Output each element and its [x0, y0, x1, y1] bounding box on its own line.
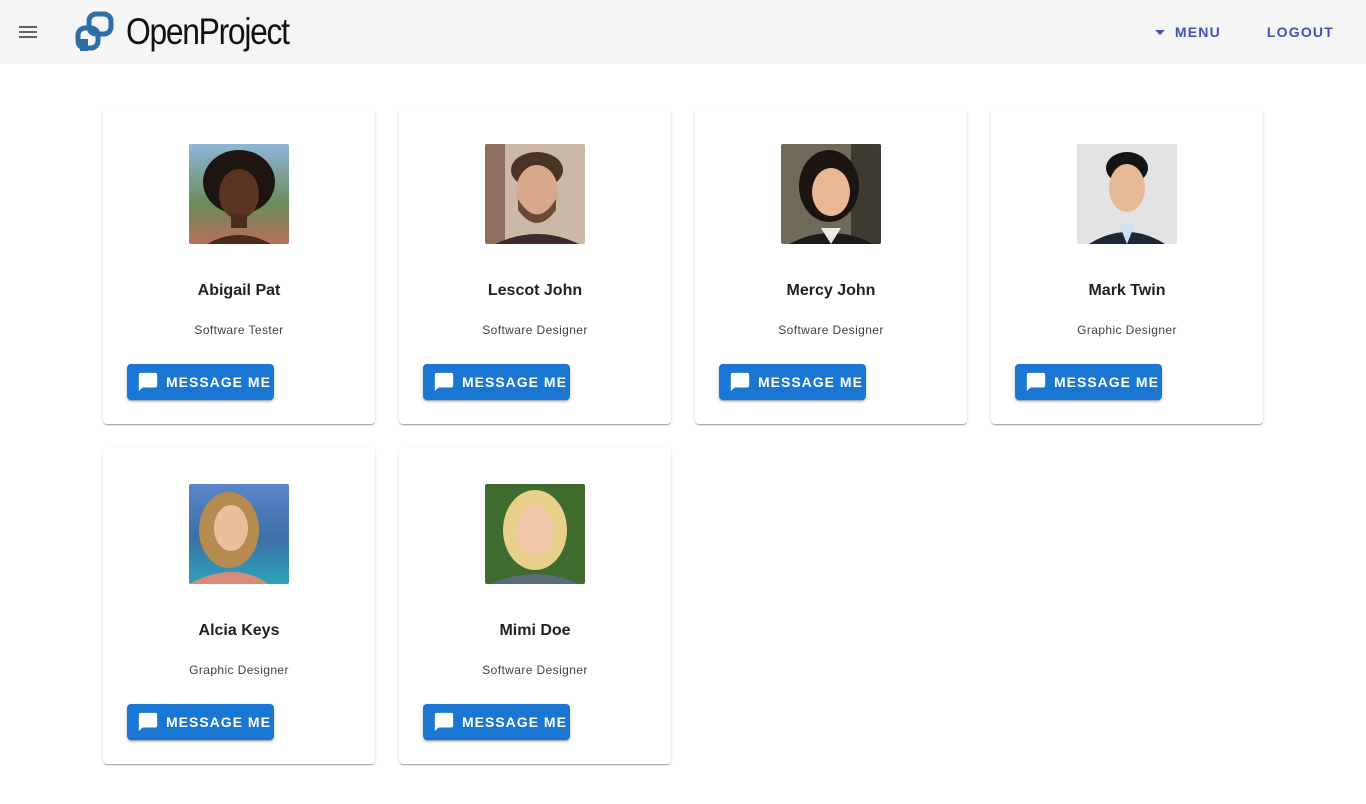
- caret-down-icon: [1154, 29, 1165, 35]
- message-me-button[interactable]: MESSAGE ME: [127, 704, 274, 740]
- message-me-button[interactable]: MESSAGE ME: [423, 704, 570, 740]
- message-me-button[interactable]: MESSAGE ME: [423, 364, 570, 400]
- message-me-label: MESSAGE ME: [166, 714, 271, 730]
- brand-name: OpenProject: [126, 11, 290, 52]
- member-role: Software Designer: [482, 323, 588, 337]
- member-role: Software Designer: [778, 323, 884, 337]
- message-me-label: MESSAGE ME: [166, 374, 271, 390]
- message-me-button[interactable]: MESSAGE ME: [719, 364, 866, 400]
- profile-photo: [189, 484, 289, 584]
- profile-card: Mimi Doe Software Designer MESSAGE ME: [399, 448, 671, 764]
- member-name: Lescot John: [487, 282, 583, 299]
- message-icon: [434, 372, 454, 392]
- openproject-logo-icon: [75, 11, 114, 51]
- app-bar: OpenProject MENU LOGOUT: [0, 0, 1366, 64]
- header-actions: MENU LOGOUT: [1139, 0, 1366, 64]
- brand-logo[interactable]: OpenProject: [74, 10, 315, 54]
- message-me-button[interactable]: MESSAGE ME: [127, 364, 274, 400]
- member-name: Abigail Pat: [197, 282, 281, 299]
- logout-button-label: LOGOUT: [1266, 24, 1334, 40]
- profile-card: Mark Twin Graphic Designer MESSAGE ME: [991, 108, 1263, 424]
- logout-button[interactable]: LOGOUT: [1251, 14, 1350, 50]
- menu-button[interactable]: MENU: [1139, 14, 1237, 50]
- member-role: Graphic Designer: [189, 663, 289, 677]
- message-icon: [138, 372, 158, 392]
- message-me-label: MESSAGE ME: [758, 374, 863, 390]
- message-icon: [434, 712, 454, 732]
- member-role: Software Tester: [194, 323, 284, 337]
- member-role: Software Designer: [482, 663, 588, 677]
- message-me-label: MESSAGE ME: [462, 714, 567, 730]
- profile-card: Abigail Pat Software Tester MESSAGE ME: [103, 108, 375, 424]
- profile-card: Mercy John Software Designer MESSAGE ME: [695, 108, 967, 424]
- member-name: Mimi Doe: [499, 622, 571, 639]
- message-me-label: MESSAGE ME: [462, 374, 567, 390]
- menu-button-label: MENU: [1174, 24, 1221, 40]
- profile-photo: [485, 484, 585, 584]
- member-name: Mercy John: [786, 282, 876, 299]
- message-icon: [138, 712, 158, 732]
- member-role: Graphic Designer: [1077, 323, 1177, 337]
- profile-photo: [781, 144, 881, 244]
- message-icon: [1026, 372, 1046, 392]
- profile-photo: [485, 144, 585, 244]
- member-name: Alcia Keys: [198, 622, 280, 639]
- member-name: Mark Twin: [1088, 282, 1166, 299]
- message-me-button[interactable]: MESSAGE ME: [1015, 364, 1162, 400]
- profile-card: Alcia Keys Graphic Designer MESSAGE ME: [103, 448, 375, 764]
- profile-card: Lescot John Software Designer MESSAGE ME: [399, 108, 671, 424]
- profile-photo: [1077, 144, 1177, 244]
- profile-photo: [189, 144, 289, 244]
- hamburger-menu-icon[interactable]: [14, 18, 42, 46]
- message-icon: [730, 372, 750, 392]
- message-me-label: MESSAGE ME: [1054, 374, 1159, 390]
